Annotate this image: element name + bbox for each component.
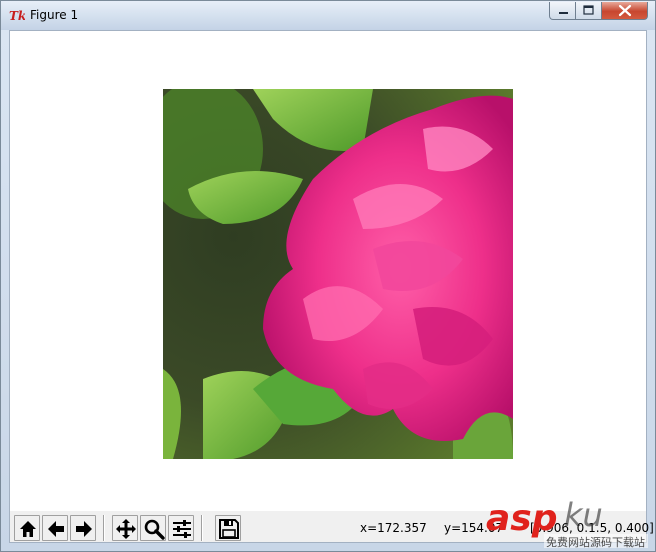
zoom-button[interactable] <box>140 515 166 541</box>
svg-text:Tk: Tk <box>9 9 25 22</box>
minimize-icon <box>559 12 568 14</box>
x-coordinate-readout: x=172.357 <box>360 521 427 535</box>
home-button[interactable] <box>14 515 40 541</box>
window-title: Figure 1 <box>30 8 79 22</box>
close-icon <box>618 4 632 17</box>
forward-button[interactable] <box>70 515 96 541</box>
pan-button[interactable] <box>112 515 138 541</box>
tk-icon: Tk <box>9 9 25 22</box>
right-arrow-icon <box>76 521 92 537</box>
maximize-icon <box>583 5 594 15</box>
peony-photo <box>163 89 513 459</box>
sliders-icon <box>173 520 191 538</box>
close-button[interactable] <box>602 2 648 20</box>
toolbar-separator <box>201 515 203 541</box>
save-button[interactable] <box>215 515 241 541</box>
magnifier-icon <box>144 519 165 540</box>
image-axes <box>163 89 513 459</box>
svg-text:免费网站源码下载站: 免费网站源码下载站 <box>546 535 645 549</box>
figure-window: Tk Figure 1 x=172.357 y=154.07 [0.906, 0… <box>0 0 656 552</box>
back-button[interactable] <box>42 515 68 541</box>
svg-text:asp: asp <box>486 498 558 539</box>
floppy-disk-icon <box>219 519 239 539</box>
move-arrows-icon <box>116 519 136 539</box>
minimize-button[interactable] <box>549 2 576 20</box>
configure-subplots-button[interactable] <box>168 515 194 541</box>
aspku-watermark-logo: asp ku 免费网站源码下载站 <box>486 496 648 549</box>
toolbar-separator <box>103 515 105 541</box>
maximize-button[interactable] <box>576 2 602 20</box>
figure-canvas[interactable] <box>10 31 646 509</box>
figure-client-area: x=172.357 y=154.07 [0.906, 0.1.5, 0.400] <box>9 30 654 543</box>
left-arrow-icon <box>48 521 64 537</box>
title-bar[interactable]: Tk Figure 1 <box>1 1 655 30</box>
svg-text:ku: ku <box>564 496 603 534</box>
home-icon <box>20 521 36 537</box>
